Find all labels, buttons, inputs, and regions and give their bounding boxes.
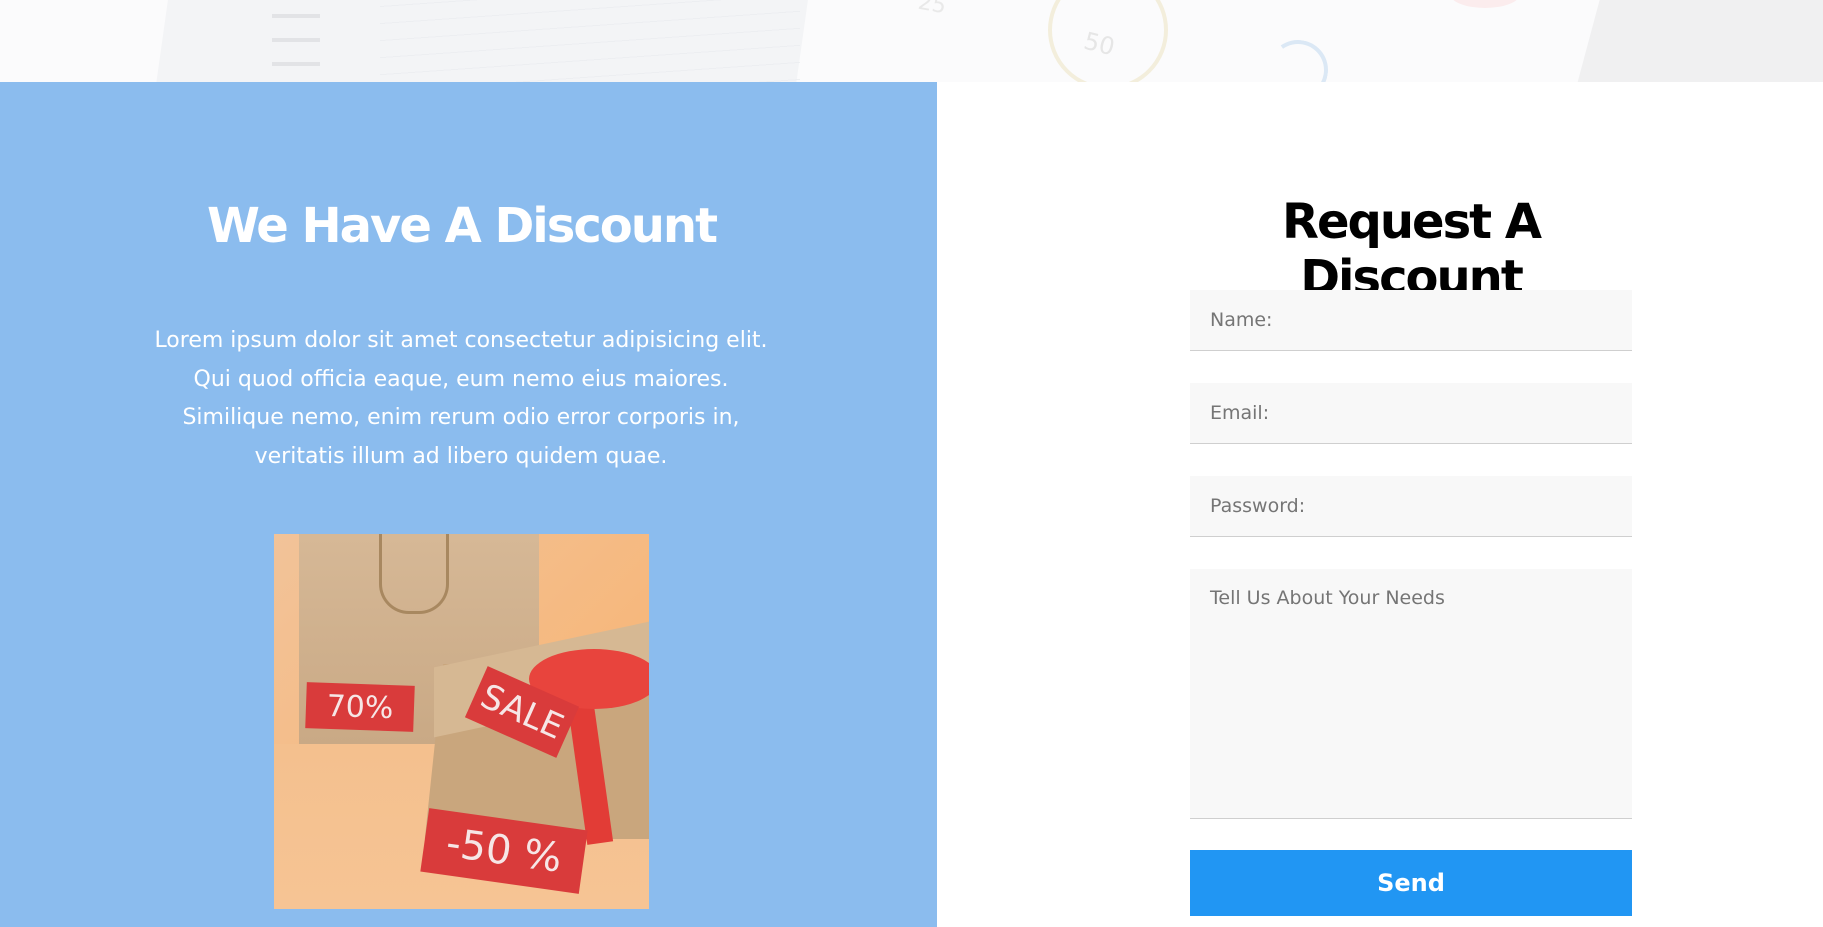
discount-title: We Have A Discount [206,198,718,254]
discount-description: Lorem ipsum dolor sit amet consectetur a… [154,328,768,469]
name-input[interactable] [1190,290,1632,351]
password-input[interactable] [1190,476,1632,537]
device-decoration [1577,0,1823,82]
pink-decoration [1450,0,1520,8]
email-input[interactable] [1190,383,1632,444]
notebook-lines-decoration [380,0,800,82]
top-decorative-strip: 25 50 [0,0,1823,82]
price-tag-70: 70% [305,682,415,732]
send-button[interactable]: Send [1190,850,1632,916]
gauge-label: 25 [916,0,948,20]
sale-gifts-image: 70% SALE -50 % [274,534,649,909]
needs-textarea[interactable] [1190,569,1632,819]
spiral-binding-decoration [272,0,320,82]
gauge-arc-decoration [1263,35,1333,82]
bag-handle [379,534,449,614]
